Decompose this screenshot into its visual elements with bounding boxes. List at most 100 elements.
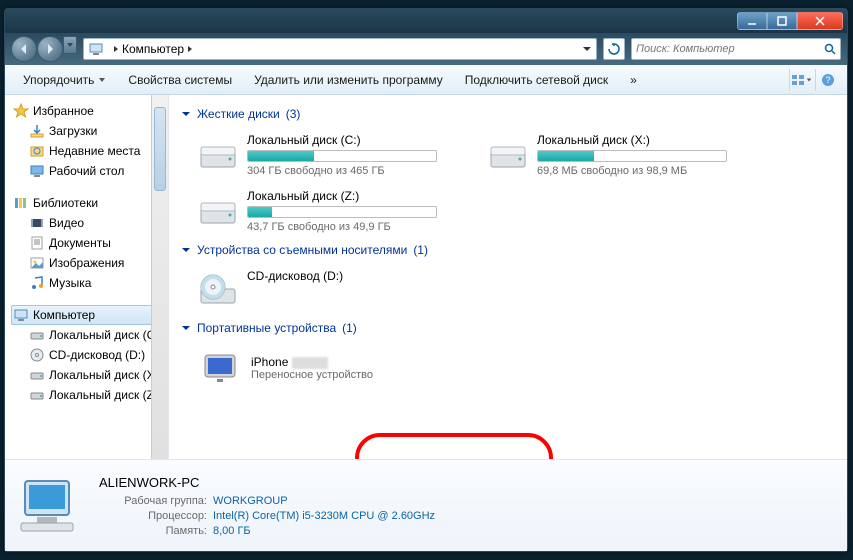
drive-usage-bar [537,150,727,162]
tree-item-drive-x[interactable]: Локальный диск (X:) [11,365,159,385]
uninstall-program-button[interactable]: Удалить или изменить программу [244,70,453,90]
star-icon [13,103,29,119]
doc-icon [29,235,45,251]
hdd-icon [197,189,239,231]
recent-icon [29,143,45,159]
address-row: Компьютер [5,33,847,65]
tree-item-music[interactable]: Музыка [11,273,159,293]
drive-c[interactable]: Локальный диск (C:) 304 ГБ свободно из 4… [193,129,463,181]
maximize-button[interactable] [767,12,797,30]
drive-usage-bar [247,150,437,162]
window-buttons [737,12,843,30]
breadcrumb-label: Компьютер [122,42,184,56]
close-button[interactable] [797,12,843,30]
cd-drive-icon [197,269,239,311]
drive-name: Локальный диск (Z:) [247,189,459,203]
help-button[interactable]: ? [815,69,839,91]
titlebar [5,9,847,33]
image-icon [29,255,45,271]
computer-icon [13,307,29,323]
back-button[interactable] [11,36,37,62]
hdd-icon [29,387,45,403]
details-row-memory: Память:8,00 ГБ [99,525,435,537]
system-properties-button[interactable]: Свойства системы [118,70,242,90]
tree-item-desktop[interactable]: Рабочий стол [11,161,159,181]
caret-icon [181,323,191,333]
portable-device-icon [199,347,241,389]
forward-button[interactable] [37,36,63,62]
hdd-drive-grid: Локальный диск (C:) 304 ГБ свободно из 4… [193,129,835,237]
caret-icon [181,245,191,255]
annotation-highlight [355,433,553,459]
details-title: ALIENWORK-PC [99,475,435,490]
portable-device-iphone[interactable]: iPhone Переносное устройство [193,343,463,393]
libraries-icon [13,195,29,211]
desktop-icon [29,163,45,179]
navigation-tree: Избранное Загрузки Недавние места Рабочи… [5,95,169,459]
libraries-header[interactable]: Библиотеки [11,193,159,213]
drive-d[interactable]: CD-дисковод (D:) [193,265,463,315]
search-box[interactable] [631,38,841,60]
breadcrumb[interactable]: Компьютер [108,41,198,57]
portable-desc: Переносное устройство [251,369,373,381]
tree-item-pictures[interactable]: Изображения [11,253,159,273]
tree-group-computer: Компьютер Локальный диск (C:) CD-дисково… [11,305,159,405]
minimize-button[interactable] [737,12,767,30]
tree-group-libraries: Библиотеки Видео Документы Изображения М… [11,193,159,293]
drive-z[interactable]: Локальный диск (Z:) 43,7 ГБ свободно из … [193,185,463,237]
map-network-drive-button[interactable]: Подключить сетевой диск [455,70,618,90]
portable-name: iPhone [251,355,373,369]
tree-group-favorites: Избранное Загрузки Недавние места Рабочи… [11,101,159,181]
music-icon [29,275,45,291]
explorer-window: Компьютер Упорядочить Свойства системы У… [4,8,848,552]
computer-header[interactable]: Компьютер [11,305,159,325]
tree-item-drive-d[interactable]: CD-дисковод (D:) [11,345,159,365]
nav-buttons [11,36,77,62]
hdd-icon [29,327,45,343]
drive-name: Локальный диск (X:) [537,133,749,147]
view-options-button[interactable] [789,69,813,91]
download-icon [29,123,45,139]
tree-item-drive-c[interactable]: Локальный диск (C:) [11,325,159,345]
removable-drive-grid: CD-дисковод (D:) [193,265,835,315]
tree-item-drive-z[interactable]: Локальный диск (Z:) [11,385,159,405]
tree-item-recent[interactable]: Недавние места [11,141,159,161]
search-icon [824,43,836,55]
group-header-removable[interactable]: Устройства со съемными носителями (1) [181,243,835,257]
drive-x[interactable]: Локальный диск (X:) 69,8 МБ свободно из … [483,129,753,181]
history-dropdown[interactable] [63,36,77,54]
toolbar-more-button[interactable]: » [620,70,647,90]
hdd-icon [487,133,529,175]
tree-item-documents[interactable]: Документы [11,233,159,253]
refresh-button[interactable] [603,38,625,60]
group-header-portable[interactable]: Портативные устройства (1) [181,321,835,335]
drive-name: CD-дисковод (D:) [247,269,459,283]
group-header-hdd[interactable]: Жесткие диски (3) [181,107,835,121]
main-area: Избранное Загрузки Недавние места Рабочи… [5,95,847,459]
tree-scrollbar-thumb[interactable] [154,107,166,191]
address-bar[interactable]: Компьютер [83,38,597,60]
computer-icon [88,41,104,57]
drive-free-text: 304 ГБ свободно из 465 ГБ [247,165,459,177]
drive-usage-bar [247,206,437,218]
content-pane: Жесткие диски (3) Локальный диск (C:) 30… [169,95,847,459]
organize-label: Упорядочить [23,73,94,87]
svg-text:?: ? [825,75,830,85]
organize-button[interactable]: Упорядочить [13,70,116,90]
tree-item-videos[interactable]: Видео [11,213,159,233]
favorites-header[interactable]: Избранное [11,101,159,121]
drive-free-text: 43,7 ГБ свободно из 49,9 ГБ [247,221,459,233]
tree-item-downloads[interactable]: Загрузки [11,121,159,141]
drive-name: Локальный диск (C:) [247,133,459,147]
computer-large-icon [15,471,85,541]
chevron-down-icon[interactable] [582,44,592,54]
hdd-icon [197,133,239,175]
caret-icon [181,109,191,119]
details-row-processor: Процессор:Intel(R) Core(TM) i5-3230M CPU… [99,510,435,522]
cd-icon [29,347,45,363]
hdd-icon [29,367,45,383]
video-icon [29,215,45,231]
details-pane: ALIENWORK-PC Рабочая группа:WORKGROUP Пр… [5,459,847,551]
search-input[interactable] [636,43,820,55]
drive-free-text: 69,8 МБ свободно из 98,9 МБ [537,165,749,177]
